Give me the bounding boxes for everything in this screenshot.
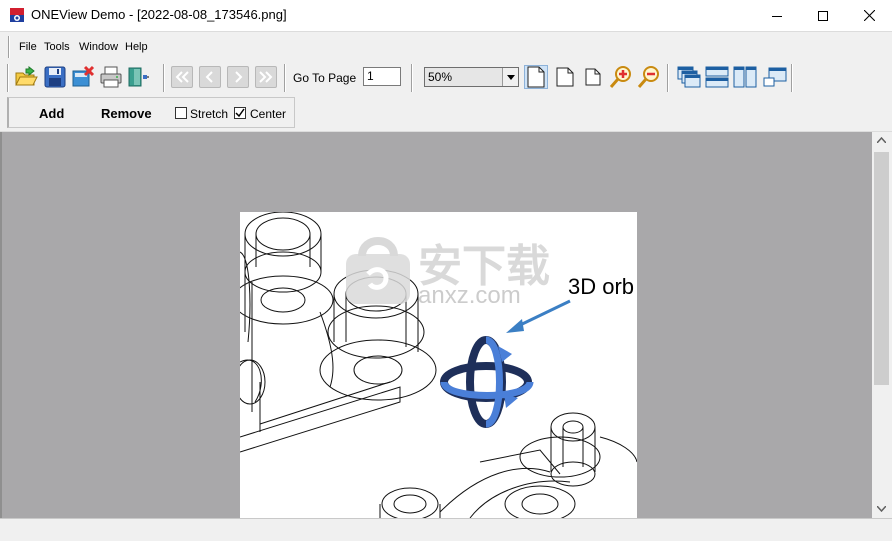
exit-button[interactable]	[126, 65, 150, 89]
center-checkbox[interactable]	[234, 107, 246, 119]
secondary-toolbar: Add Remove Stretch Center	[0, 95, 892, 132]
goto-page-label: Go To Page	[293, 71, 357, 85]
document-viewport[interactable]: 安下载 anxz.com 3D orb	[0, 132, 872, 518]
app-icon	[10, 8, 24, 22]
arrow-icon	[506, 299, 571, 333]
save-button[interactable]	[43, 65, 67, 89]
zoom-dropdown-button[interactable]	[502, 68, 518, 86]
minimize-icon	[772, 15, 782, 17]
vertical-scrollbar[interactable]	[872, 132, 892, 518]
single-page-icon	[527, 66, 545, 88]
window-title: ONEView Demo - [2022-08-08_173546.png]	[31, 7, 287, 22]
menu-window[interactable]: Window	[79, 41, 118, 53]
next-page-icon	[235, 71, 243, 83]
menu-grip[interactable]	[8, 36, 10, 58]
exit-icon	[128, 67, 149, 87]
toolbar-separator	[163, 64, 165, 92]
goto-page-input[interactable]: 1	[363, 67, 401, 86]
open-folder-icon	[15, 65, 38, 86]
print-button[interactable]	[99, 65, 123, 89]
zoom-in-icon	[609, 66, 631, 88]
first-page-button[interactable]	[171, 66, 193, 88]
menu-tools[interactable]: Tools	[44, 41, 70, 53]
bag-watermark-icon	[346, 237, 410, 304]
orbit-3d-icon	[440, 336, 534, 428]
main-toolbar: Go To Page 1 50%	[0, 61, 892, 95]
zoom-select[interactable]: 50%	[424, 67, 519, 87]
document-page: 安下载 anxz.com 3D orb	[240, 212, 637, 518]
toolbar-separator	[667, 64, 669, 92]
zoom-out-button[interactable]	[637, 65, 661, 89]
chevron-down-icon	[506, 74, 515, 80]
fit-width-page-icon	[556, 67, 574, 87]
tile-horizontal-button[interactable]	[705, 65, 729, 89]
scrollbar-thumb[interactable]	[874, 152, 889, 385]
zoom-out-icon	[637, 66, 659, 88]
stretch-label: Stretch	[190, 107, 229, 121]
cascade-button[interactable]	[677, 65, 701, 89]
first-page-icon	[175, 71, 189, 83]
tile-horizontal-icon	[705, 66, 729, 88]
previous-page-icon	[205, 71, 213, 83]
save-icon	[44, 66, 66, 88]
close-file-icon	[72, 65, 95, 87]
fit-height-button[interactable]	[581, 65, 605, 89]
previous-page-button[interactable]	[199, 66, 221, 88]
scroll-up-icon[interactable]	[877, 137, 886, 143]
tile-vertical-icon	[733, 66, 757, 88]
toolbar-separator	[411, 64, 413, 92]
single-page-button[interactable]	[524, 65, 548, 89]
close-file-button[interactable]	[71, 65, 95, 89]
print-icon	[100, 66, 122, 88]
add-button[interactable]: Add	[39, 106, 64, 121]
maximize-button[interactable]	[800, 0, 846, 31]
minimize-button[interactable]	[754, 0, 800, 31]
close-button[interactable]	[846, 0, 892, 31]
toolbar-grip[interactable]	[7, 64, 9, 92]
fit-width-button[interactable]	[553, 65, 577, 89]
title-bar: ONEView Demo - [2022-08-08_173546.png]	[0, 0, 892, 31]
restore-button[interactable]	[763, 65, 787, 89]
menu-bar: File Tools Window Help	[0, 31, 892, 61]
menu-help[interactable]: Help	[125, 41, 148, 53]
cascade-icon	[677, 66, 701, 88]
tile-vertical-button[interactable]	[733, 65, 757, 89]
fit-height-page-icon	[585, 68, 601, 86]
scroll-down-icon[interactable]	[877, 506, 886, 512]
status-bar	[0, 518, 892, 541]
open-button[interactable]	[14, 65, 38, 89]
stretch-checkbox[interactable]	[175, 107, 187, 119]
close-icon	[863, 10, 875, 21]
menu-file[interactable]: File	[19, 41, 37, 53]
center-label: Center	[250, 107, 287, 121]
last-page-button[interactable]	[255, 66, 277, 88]
checkmark-icon	[235, 108, 245, 118]
toolbar-separator	[284, 64, 286, 92]
restore-icon	[763, 67, 787, 87]
next-page-button[interactable]	[227, 66, 249, 88]
remove-button[interactable]: Remove	[101, 106, 152, 121]
maximize-icon	[818, 10, 828, 21]
last-page-icon	[259, 71, 273, 83]
zoom-value: 50%	[428, 70, 453, 84]
zoom-in-button[interactable]	[609, 65, 633, 89]
toolbar-separator	[791, 64, 793, 92]
